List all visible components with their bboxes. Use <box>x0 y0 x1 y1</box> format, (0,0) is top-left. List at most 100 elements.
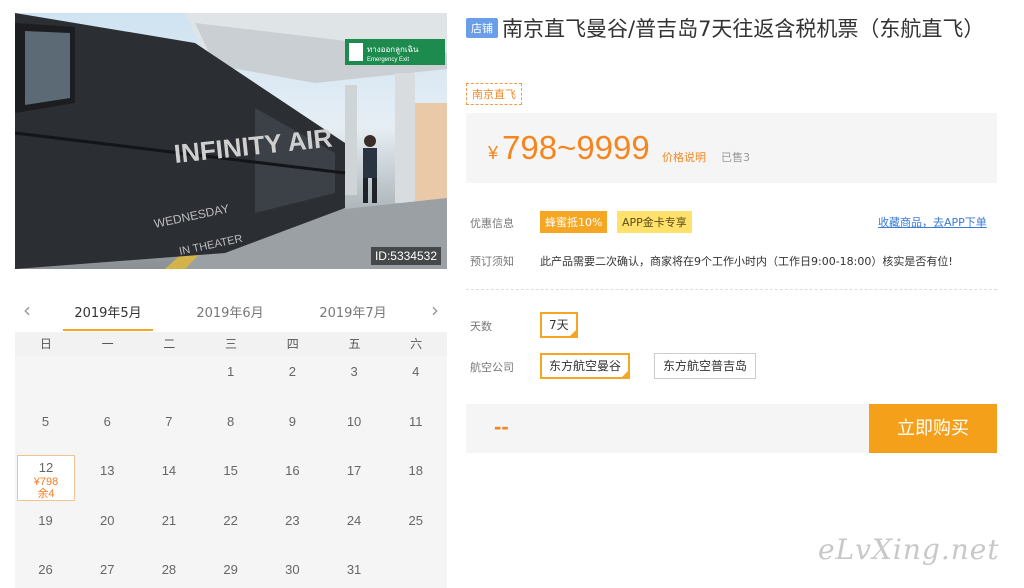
shop-badge: 店铺 <box>466 18 498 38</box>
calendar-day[interactable]: 5 <box>15 406 76 455</box>
product-title: 店铺 南京直飞曼谷/普吉岛7天往返含税机票（东航直飞） <box>466 14 1006 45</box>
weekday-fri: 五 <box>348 337 361 351</box>
calendar-day[interactable]: 10 <box>324 406 385 455</box>
calendar-day-number: 25 <box>408 512 424 528</box>
calendar-day-number: 21 <box>161 512 177 528</box>
product-title-text: 南京直飞曼谷/普吉岛7天往返含税机票（东航直飞） <box>502 17 985 41</box>
weekday-sat: 六 <box>410 337 423 351</box>
calendar-day[interactable]: 15 <box>200 455 261 504</box>
days-option-label: 7天 <box>549 318 569 332</box>
days-label: 天数 <box>470 320 492 333</box>
weekday-thu: 四 <box>286 337 299 351</box>
calendar-day-price: ¥798 <box>33 476 59 488</box>
calendar-day-number: 2 <box>288 364 296 379</box>
calendar-day[interactable]: 9 <box>262 406 323 455</box>
calendar-day[interactable]: 30 <box>262 554 323 588</box>
calendar-day[interactable]: 27 <box>77 554 138 588</box>
calendar-day[interactable]: 29 <box>200 554 261 588</box>
calendar-day-number: 4 <box>412 364 420 379</box>
calendar-day-number: 13 <box>99 463 115 478</box>
calendar-weekday-header: 日 一 二 三 四 五 六 <box>15 332 447 356</box>
calendar-day-number: 22 <box>223 512 238 528</box>
calendar-day[interactable]: 6 <box>77 406 138 455</box>
calendar-day[interactable]: 23 <box>262 505 323 554</box>
calendar-day[interactable]: 21 <box>138 505 199 554</box>
sold-count: 已售3 <box>721 151 750 164</box>
calendar-day-number: 18 <box>408 463 424 478</box>
calendar-day-number: 12 <box>38 460 54 475</box>
product-tag: 南京直飞 <box>466 83 522 105</box>
price-note-link[interactable]: 价格说明 <box>662 149 706 165</box>
currency-symbol: ¥ <box>488 143 499 163</box>
discount-tag: 蜂蜜抵10% <box>540 211 608 233</box>
check-icon: ✓ <box>568 323 576 332</box>
calendar-day-number: 27 <box>99 562 115 577</box>
chevron-left-icon[interactable]: ‹ <box>19 300 35 320</box>
calendar-day[interactable]: 13 <box>77 455 138 504</box>
calendar-day[interactable]: 4 <box>385 356 446 405</box>
calendar-day[interactable]: 28 <box>138 554 199 588</box>
calendar-day[interactable]: 22 <box>200 505 261 554</box>
calendar-day[interactable]: 1 <box>200 356 261 405</box>
favorite-link[interactable]: 收藏商品，去APP下单 <box>878 214 987 230</box>
calendar-day-stock: 余4 <box>37 488 55 500</box>
calendar-day[interactable]: 2 <box>262 356 323 405</box>
purchase-bar: -- <box>466 404 869 453</box>
airline-option-phuket[interactable]: 东方航空普吉岛 <box>654 353 757 379</box>
calendar-day[interactable]: 14 <box>138 455 199 504</box>
weekday-mon: 一 <box>101 337 114 351</box>
calendar-day-number: 9 <box>288 413 296 429</box>
total-price: -- <box>494 414 509 439</box>
calendar-day[interactable]: 25 <box>385 505 446 554</box>
days-option-7[interactable]: 7天 ✓ <box>540 312 578 338</box>
calendar-day[interactable]: 31 <box>324 554 385 588</box>
buy-now-button[interactable]: 立即购买 <box>869 404 997 453</box>
price-range: 798~9999 <box>502 129 650 166</box>
calendar-day[interactable]: 26 <box>15 554 76 588</box>
weekday-tue: 二 <box>163 337 176 351</box>
calendar-day[interactable]: 7 <box>138 406 199 455</box>
calendar-day[interactable]: 3 <box>324 356 385 405</box>
notice-text: 此产品需要二次确认，商家将在9个工作小时内（工作日9:00-18:00）核实是否… <box>540 255 953 268</box>
calendar-grid: 1 2 3 4 5 6 7 8 9 10 11 12 ¥798 余4 13 14 15 16 17 18 19 20 21 2… <box>15 356 447 588</box>
divider <box>466 289 997 290</box>
calendar-day[interactable]: 17 <box>324 455 385 504</box>
chevron-right-icon[interactable]: › <box>427 300 443 320</box>
calendar-day-number: 31 <box>346 562 362 577</box>
calendar-day-number: 17 <box>346 463 362 478</box>
calendar-day-number: 23 <box>285 512 300 528</box>
calendar-day-number: 19 <box>38 512 53 528</box>
month-tab-may[interactable]: 2019年5月 <box>63 302 153 331</box>
check-icon: ✓ <box>621 364 629 373</box>
calendar-day-number: 11 <box>409 413 423 429</box>
weekday-sun: 日 <box>39 337 52 351</box>
month-tab-july[interactable]: 2019年7月 <box>308 302 398 329</box>
promo-label: 优惠信息 <box>470 217 514 230</box>
notice-label: 预订须知 <box>470 255 514 268</box>
svg-text:ทางออกลูกเฉิน: ทางออกลูกเฉิน <box>367 45 419 55</box>
airline-option-label: 东方航空普吉岛 <box>663 359 748 373</box>
product-photo: INFINITY AIR WEDNESDAY IN THEATER ทางออก… <box>15 13 447 269</box>
calendar-day-number: 8 <box>227 413 235 429</box>
photo-id-label: ID:5334532 <box>370 247 441 265</box>
calendar-day-number: 15 <box>223 463 238 478</box>
calendar-day[interactable]: 18 <box>385 455 446 504</box>
calendar-day-number: 20 <box>99 512 115 528</box>
calendar-day[interactable]: 16 <box>262 455 323 504</box>
calendar-day[interactable]: 8 <box>200 406 261 455</box>
calendar-day-number: 1 <box>227 364 235 379</box>
airline-option-bangkok[interactable]: 东方航空曼谷 ✓ <box>540 353 631 379</box>
calendar-day-number: 7 <box>165 413 173 429</box>
price-box: ¥ 798~9999 价格说明 已售3 <box>466 113 997 183</box>
calendar-day-number: 26 <box>38 562 53 577</box>
calendar-day[interactable]: 19 <box>15 505 76 554</box>
calendar-day[interactable]: 11 <box>385 406 446 455</box>
calendar-month-nav: ‹ 2019年5月 2019年6月 2019年7月 › <box>15 296 447 332</box>
train-station-illustration: INFINITY AIR WEDNESDAY IN THEATER ทางออก… <box>15 13 447 269</box>
month-tab-june[interactable]: 2019年6月 <box>185 302 275 329</box>
calendar-day[interactable]: 20 <box>77 505 138 554</box>
calendar-day[interactable]: 12 ¥798 余4 <box>17 455 75 501</box>
vip-tag: APP金卡专享 <box>617 211 692 233</box>
calendar-day[interactable]: 24 <box>324 505 385 554</box>
weekday-wed: 三 <box>225 337 238 351</box>
